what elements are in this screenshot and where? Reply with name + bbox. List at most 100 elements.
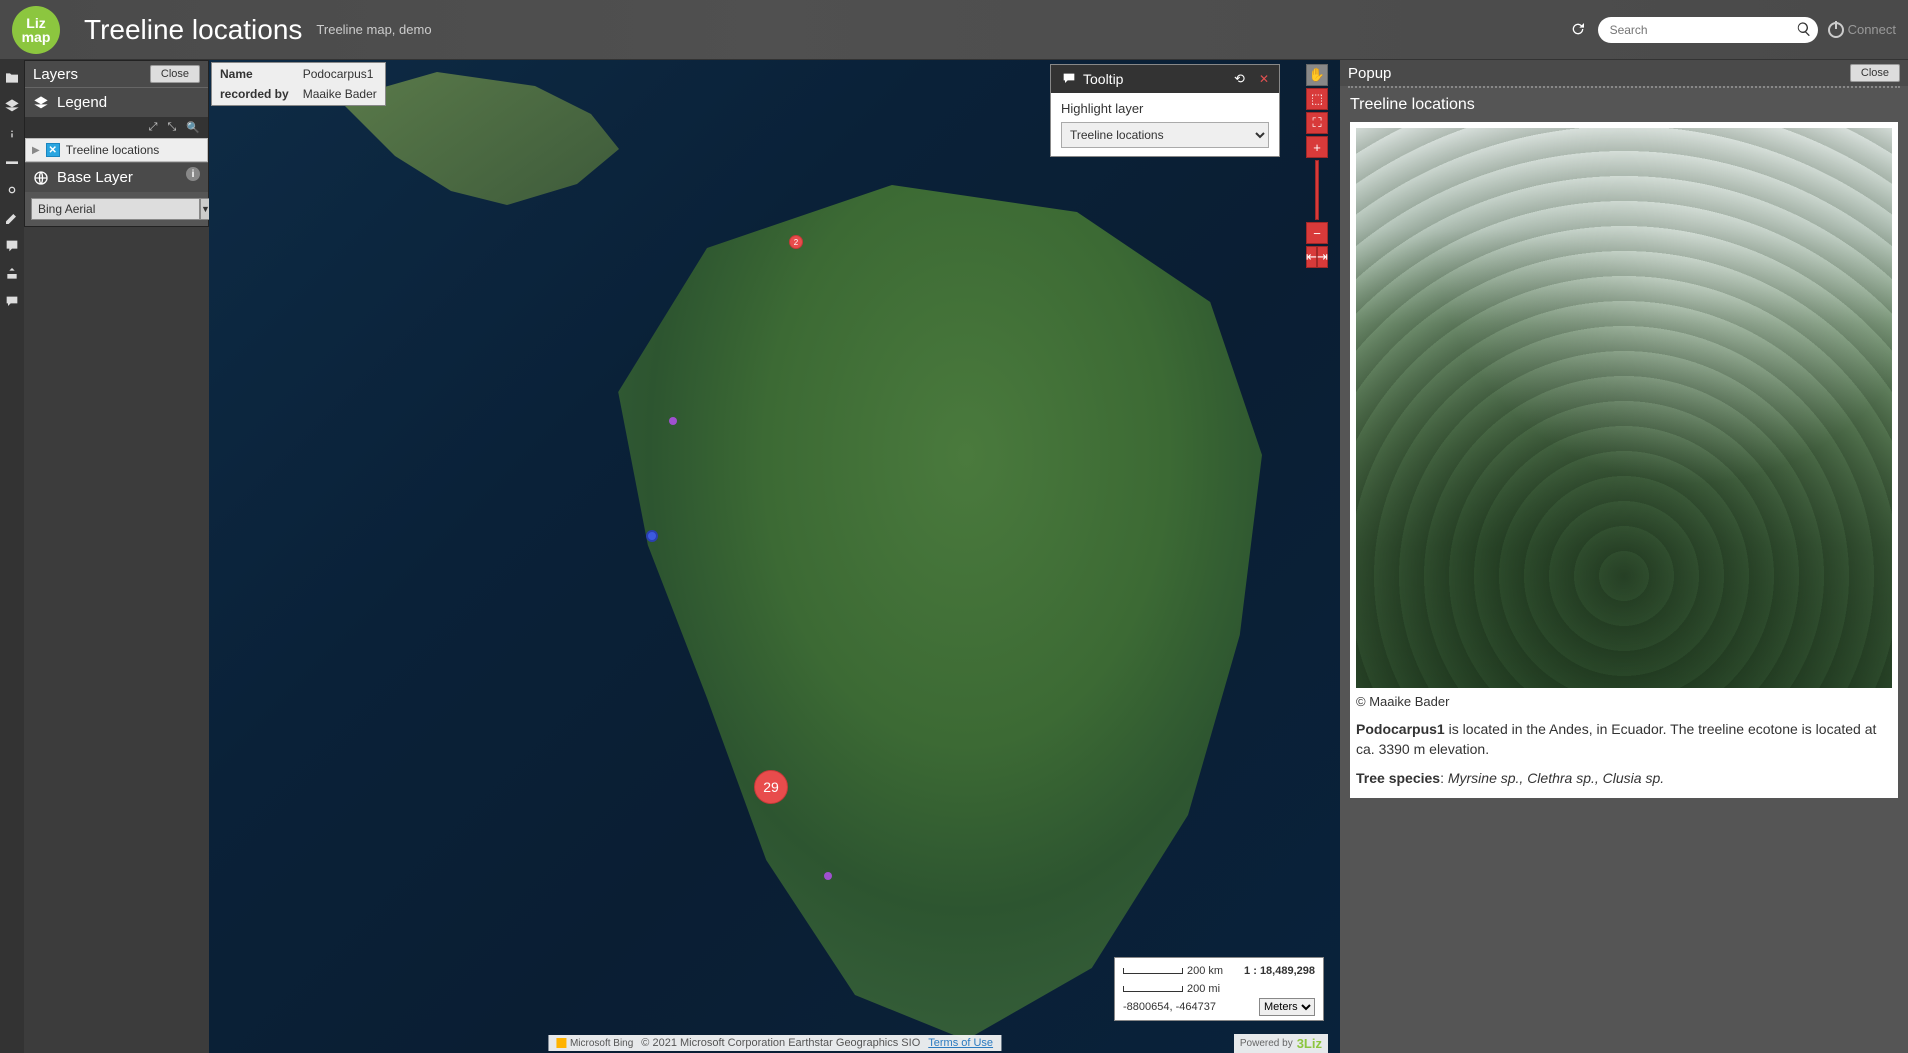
- layer-expand-icon[interactable]: ▶: [32, 145, 40, 156]
- map-cluster-small[interactable]: 2: [789, 235, 803, 249]
- scale-box: 200 km 1 : 18,489,298 200 mi -8800654, -…: [1114, 957, 1324, 1021]
- zoom-next-icon[interactable]: ⇥: [1317, 246, 1328, 268]
- popup-section-title: Treeline locations: [1340, 88, 1908, 122]
- popup-card: © Maaike Bader Podocarpus1 is located in…: [1350, 122, 1898, 798]
- popup-panel: Popup Close Treeline locations © Maaike …: [1340, 60, 1908, 1053]
- tooltip-panel: Tooltip ⟲ ✕ Highlight layer Treeline loc…: [1050, 64, 1280, 157]
- map-point-selected[interactable]: [646, 530, 658, 542]
- info-key: Name: [214, 65, 295, 83]
- zoom-in-button[interactable]: +: [1306, 136, 1328, 158]
- layer-item-label: Treeline locations: [66, 143, 160, 157]
- layers-panel-title: Layers: [33, 66, 78, 83]
- legend-header[interactable]: Legend: [25, 87, 208, 117]
- coords: -8800654, -464737: [1123, 1001, 1216, 1013]
- brand-3liz[interactable]: 3Liz: [1297, 1036, 1322, 1051]
- map-canvas[interactable]: 2 29 Name Podocarpus1 recorded by Maaike…: [209, 60, 1340, 1053]
- attribution-text: © 2021 Microsoft Corporation Earthstar G…: [641, 1037, 920, 1049]
- zoom-full-icon[interactable]: ⛶: [1306, 112, 1328, 134]
- baselayer-header: Base Layer i: [25, 162, 208, 192]
- collapse-all-icon[interactable]: ⤡: [167, 121, 176, 134]
- close-layers-button[interactable]: Close: [150, 65, 200, 83]
- powered-label: Powered by: [1240, 1038, 1293, 1049]
- popup-head: Popup Close: [1340, 60, 1908, 86]
- projects-icon[interactable]: [0, 66, 24, 90]
- map-attribution: Microsoft Bing © 2021 Microsoft Corporat…: [548, 1035, 1001, 1051]
- refresh-icon[interactable]: [1570, 21, 1588, 39]
- legend-stack-icon: [33, 95, 49, 111]
- info-val: Maaike Bader: [297, 85, 383, 103]
- feature-photo: [1356, 128, 1892, 688]
- connect-button[interactable]: Connect: [1828, 22, 1896, 38]
- target-icon[interactable]: [0, 178, 24, 202]
- layer-checkbox[interactable]: ✕: [46, 143, 60, 157]
- species-line: Tree species: Myrsine sp., Clethra sp., …: [1356, 764, 1892, 792]
- highlight-label: Highlight layer: [1061, 101, 1269, 116]
- pan-icon[interactable]: ✋: [1306, 64, 1328, 86]
- legend-label: Legend: [57, 94, 107, 111]
- photo-copyright: © Maaike Bader: [1356, 688, 1892, 715]
- speech-icon: [1061, 71, 1077, 87]
- edit-icon[interactable]: [0, 206, 24, 230]
- tooltip-body: Highlight layer Treeline locations: [1051, 93, 1279, 156]
- search-input[interactable]: [1598, 17, 1818, 43]
- search-icon[interactable]: [1796, 21, 1812, 41]
- tooltip-title: Tooltip: [1083, 71, 1123, 87]
- page-title: Treeline locations: [84, 14, 302, 46]
- tooltip-close-icon[interactable]: ✕: [1259, 72, 1269, 86]
- baselayer-info-icon[interactable]: i: [186, 167, 200, 181]
- baselayer-value: [31, 198, 200, 220]
- layers-panel-head: Layers Close: [25, 61, 208, 87]
- baselayer-dropdown[interactable]: ▼: [31, 198, 202, 220]
- zoom-prev-icon[interactable]: ⇤: [1306, 246, 1317, 268]
- layers-panel: Layers Close Legend ⤢ ⤡ 🔍 ▶ ✕ Treeline l…: [24, 60, 209, 227]
- power-icon: [1828, 22, 1844, 38]
- tooltip-tool-icon[interactable]: [0, 234, 24, 258]
- zoom-box-icon[interactable]: ⬚: [1306, 88, 1328, 110]
- species-label: Tree species: [1356, 770, 1440, 786]
- info-key: recorded by: [214, 85, 295, 103]
- map-point-2[interactable]: [824, 872, 832, 880]
- powered-by: Powered by 3Liz: [1234, 1034, 1328, 1053]
- history-nav: ⇤ ⇥: [1306, 246, 1328, 268]
- header-actions: Connect: [1570, 17, 1896, 43]
- expand-all-icon[interactable]: ⤢: [149, 121, 158, 134]
- species-list: Myrsine sp., Clethra sp., Clusia sp.: [1448, 770, 1664, 786]
- lizmap-logo[interactable]: Liz map: [12, 6, 60, 54]
- highlight-layer-select[interactable]: Treeline locations: [1061, 122, 1269, 148]
- page-subtitle: Treeline map, demo: [316, 22, 431, 37]
- scale-ratio: 1 : 18,489,298: [1244, 965, 1315, 977]
- share-icon[interactable]: [0, 262, 24, 286]
- ruler-icon[interactable]: [0, 150, 24, 174]
- scale-km: 200 km: [1187, 965, 1223, 977]
- units-select[interactable]: Meters: [1259, 998, 1315, 1016]
- feature-info-box: Name Podocarpus1 recorded by Maaike Bade…: [211, 62, 386, 106]
- search-box: [1598, 17, 1818, 43]
- zoom-out-button[interactable]: −: [1306, 222, 1328, 244]
- layers-icon[interactable]: [0, 94, 24, 118]
- zoom-slider[interactable]: [1315, 160, 1319, 220]
- globe-icon: [33, 170, 49, 186]
- scalebar-mi: [1123, 986, 1183, 992]
- info-row: Name Podocarpus1: [214, 65, 383, 83]
- zoom-toolbar: ✋ ⬚ ⛶ + − ⇤ ⇥: [1306, 64, 1328, 268]
- layer-item-treeline[interactable]: ▶ ✕ Treeline locations: [25, 138, 208, 162]
- info-val: Podocarpus1: [297, 65, 383, 83]
- connect-label: Connect: [1848, 22, 1896, 37]
- tooltip-refresh-icon[interactable]: ⟲: [1234, 71, 1245, 87]
- scale-mi: 200 mi: [1187, 983, 1220, 995]
- info-row: recorded by Maaike Bader: [214, 85, 383, 103]
- left-toolbar: [0, 60, 24, 1053]
- feature-description: Podocarpus1 is located in the Andes, in …: [1356, 715, 1892, 764]
- close-popup-button[interactable]: Close: [1850, 64, 1900, 82]
- map-point-1[interactable]: [669, 417, 677, 425]
- comment-icon[interactable]: [0, 290, 24, 314]
- zoom-extent-icon[interactable]: 🔍: [186, 121, 200, 134]
- tooltip-head: Tooltip ⟲ ✕: [1051, 65, 1279, 93]
- desc-name: Podocarpus1: [1356, 721, 1445, 737]
- legend-tools: ⤢ ⤡ 🔍: [25, 117, 208, 138]
- info-icon[interactable]: [0, 122, 24, 146]
- popup-title: Popup: [1348, 65, 1391, 82]
- terms-link[interactable]: Terms of Use: [928, 1037, 993, 1049]
- map-cluster-large[interactable]: 29: [754, 770, 788, 804]
- bing-logo: Microsoft Bing: [556, 1038, 633, 1049]
